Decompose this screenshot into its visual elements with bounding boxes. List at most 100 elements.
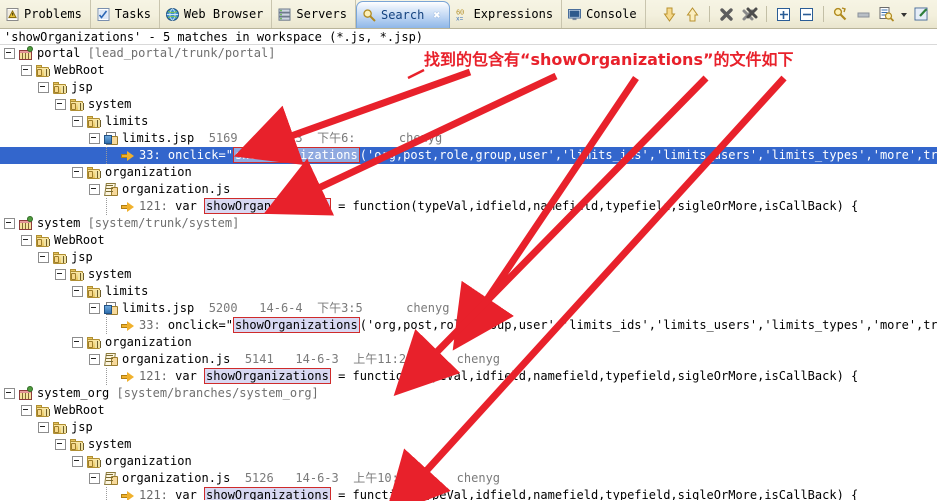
remove-selected-matches-button[interactable] <box>716 4 737 25</box>
svg-text:x=: x= <box>456 15 464 22</box>
search-summary: 'showOrganizations' - 5 matches in works… <box>0 29 937 45</box>
folder-row[interactable]: system <box>0 96 937 113</box>
file-row[interactable]: organization.js 5141 14-6-3 上午11:23 chen… <box>0 351 937 368</box>
file-meta: 5126 14-6-3 上午10:11 chenyg <box>230 471 501 485</box>
jsp-file-icon <box>103 131 119 147</box>
folder-row[interactable]: jsp <box>0 419 937 436</box>
indent-guide <box>0 266 55 283</box>
folder-icon <box>35 63 51 79</box>
tree-connector <box>106 198 117 215</box>
expander-toggle[interactable] <box>72 456 83 467</box>
expander-toggle[interactable] <box>4 218 15 229</box>
tab-expressions[interactable]: 6 0 x= Expressions <box>450 0 563 28</box>
expander-toggle[interactable] <box>89 303 100 314</box>
expander-toggle[interactable] <box>4 48 15 59</box>
folder-icon <box>52 250 68 266</box>
folder-row[interactable]: WebRoot <box>0 232 937 249</box>
project-row[interactable]: system [system/trunk/system] <box>0 215 937 232</box>
indent-guide <box>0 470 89 487</box>
show-next-match-button[interactable] <box>659 4 680 25</box>
tab-bar-filler <box>646 0 659 28</box>
folder-row[interactable]: system <box>0 436 937 453</box>
expander-toggle[interactable] <box>21 235 32 246</box>
search-result-tree[interactable]: portal [lead_portal/trunk/portal] WebRoot… <box>0 45 937 500</box>
expander-toggle[interactable] <box>89 473 100 484</box>
expander-toggle[interactable] <box>4 388 15 399</box>
servers-icon <box>277 7 292 22</box>
tab-console-label: Console <box>586 7 637 21</box>
folder-icon <box>86 454 102 470</box>
show-previous-match-button[interactable] <box>682 4 703 25</box>
project-path: [lead_portal/trunk/portal] <box>80 46 276 60</box>
expander-toggle[interactable] <box>38 422 49 433</box>
expander-toggle[interactable] <box>89 354 100 365</box>
folder-name: limits <box>105 114 149 128</box>
folder-row[interactable]: jsp <box>0 79 937 96</box>
match-row[interactable]: 121: var showOrganizations = function(ty… <box>0 198 937 215</box>
expander-toggle[interactable] <box>21 405 32 416</box>
expander-toggle[interactable] <box>38 252 49 263</box>
folder-name: jsp <box>71 250 93 264</box>
close-icon[interactable]: ✖ <box>433 8 440 22</box>
tree-connector <box>106 487 117 500</box>
match-code-pre: onclick=" <box>160 148 233 162</box>
tab-tasks[interactable]: Tasks <box>91 0 160 28</box>
folder-row[interactable]: limits <box>0 113 937 130</box>
tab-console[interactable]: Console <box>562 0 646 28</box>
project-path: [system/trunk/system] <box>80 216 240 230</box>
tab-web-browser[interactable]: Web Browser <box>160 0 273 28</box>
collapse-all-button[interactable] <box>796 4 817 25</box>
match-row[interactable]: 121: var showOrganizations = function(ty… <box>0 368 937 385</box>
expander-toggle[interactable] <box>72 286 83 297</box>
expander-toggle[interactable] <box>89 184 100 195</box>
folder-icon <box>69 97 85 113</box>
cancel-search-button[interactable] <box>853 4 874 25</box>
file-name: organization.js <box>122 352 231 366</box>
run-current-search-button[interactable] <box>830 4 851 25</box>
folder-row[interactable]: organization <box>0 164 937 181</box>
folder-row[interactable]: limits <box>0 283 937 300</box>
folder-row[interactable]: WebRoot <box>0 62 937 79</box>
project-row[interactable]: system_org [system/branches/system_org] <box>0 385 937 402</box>
folder-row[interactable]: jsp <box>0 249 937 266</box>
expander-toggle[interactable] <box>72 116 83 127</box>
expander-toggle[interactable] <box>55 99 66 110</box>
expander-toggle[interactable] <box>38 82 49 93</box>
folder-row[interactable]: organization <box>0 453 937 470</box>
folder-icon <box>86 335 102 351</box>
expander-toggle[interactable] <box>55 269 66 280</box>
search-history-dropdown[interactable] <box>899 4 909 25</box>
file-row[interactable]: limits.jsp 5169 14-6-3 下午6: chenyg <box>0 130 937 147</box>
project-row[interactable]: portal [lead_portal/trunk/portal] <box>0 45 937 62</box>
match-row[interactable]: 33: onclick=" showOrganizations ('org,post… <box>0 317 937 334</box>
expander-toggle[interactable] <box>21 65 32 76</box>
expander-toggle[interactable] <box>72 337 83 348</box>
file-row[interactable]: limits.jsp 5200 14-6-4 下午3:5 chenyg <box>0 300 937 317</box>
pin-search-view-button[interactable] <box>911 4 932 25</box>
folder-row[interactable]: WebRoot <box>0 402 937 419</box>
match-row[interactable]: 121: var showOrganizations = function(ty… <box>0 487 937 500</box>
match-line-number: 33: <box>139 148 161 162</box>
indent-guide <box>0 181 89 198</box>
tab-search[interactable]: Search ✖ <box>355 1 450 28</box>
indent-guide <box>0 283 72 300</box>
folder-icon <box>86 165 102 181</box>
expand-all-button[interactable] <box>773 4 794 25</box>
expander-toggle[interactable] <box>55 439 66 450</box>
expander-toggle[interactable] <box>72 167 83 178</box>
file-row[interactable]: organization.js 5126 14-6-3 上午10:11 chen… <box>0 470 937 487</box>
tab-servers[interactable]: Servers <box>272 0 356 28</box>
folder-icon <box>35 403 51 419</box>
remove-all-matches-button[interactable] <box>739 4 760 25</box>
search-history-button[interactable] <box>876 4 897 25</box>
indent-guide <box>0 96 55 113</box>
match-arrow-icon <box>120 148 136 164</box>
folder-row[interactable]: organization <box>0 334 937 351</box>
tab-problems[interactable]: Problems <box>0 0 91 28</box>
folder-row[interactable]: system <box>0 266 937 283</box>
expander-toggle[interactable] <box>89 133 100 144</box>
match-row[interactable]: 33: onclick=" showOrganizations ('org,post… <box>0 147 937 164</box>
tasks-icon <box>96 7 111 22</box>
folder-name: limits <box>105 284 149 298</box>
file-row[interactable]: organization.js <box>0 181 937 198</box>
